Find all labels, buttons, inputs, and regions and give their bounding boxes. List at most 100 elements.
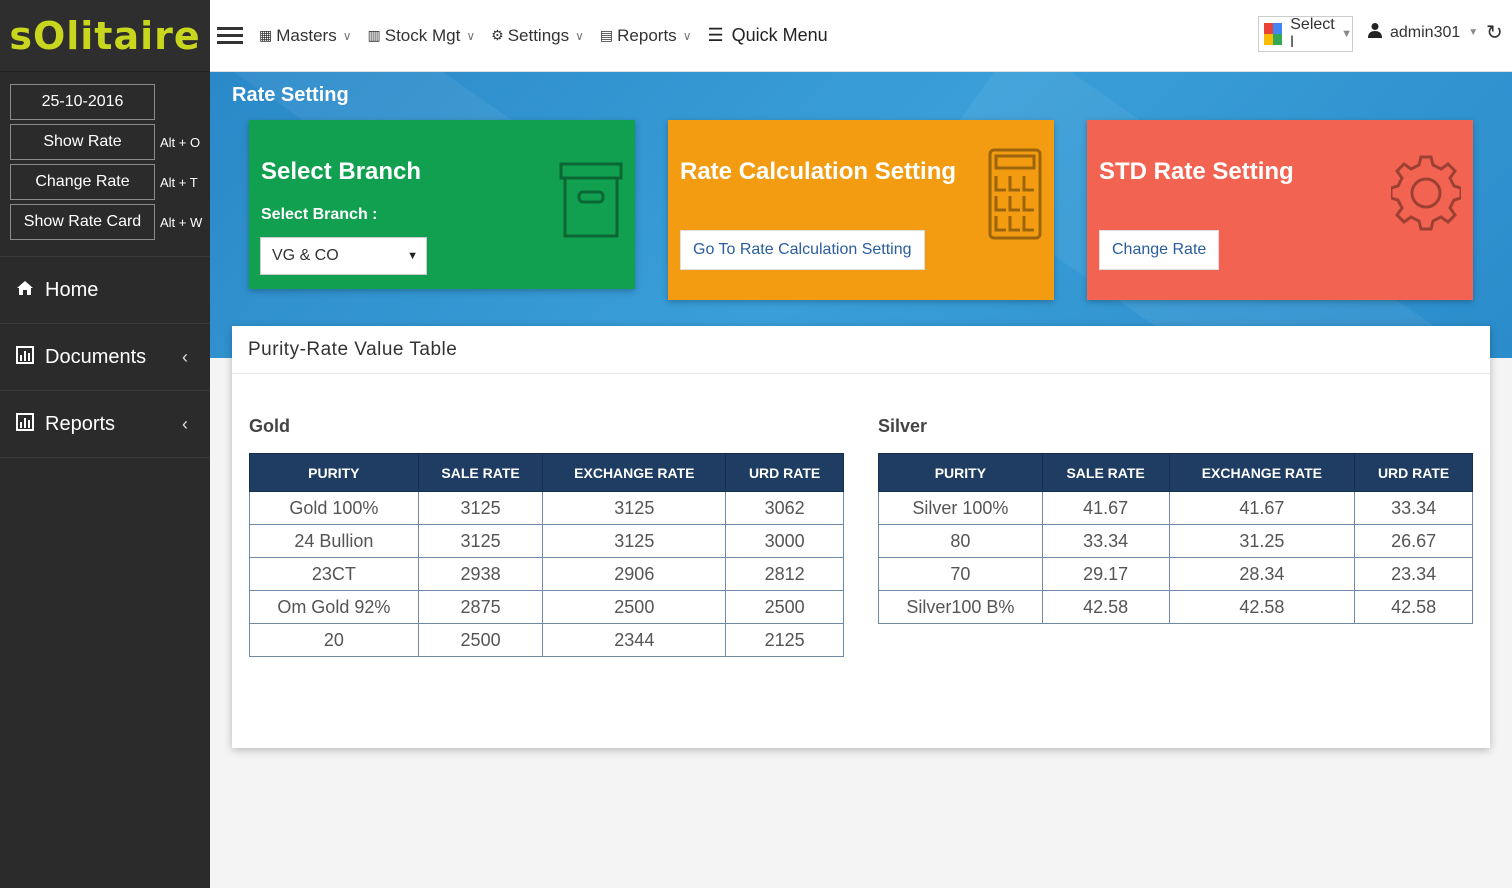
table-cell: 3125 [542,524,727,558]
table-cell: 2500 [725,590,844,624]
table-header-row: PURITY SALE RATE EXCHANGE RATE URD RATE [249,453,844,492]
app-logo[interactable]: sOlitaire [0,0,210,72]
chevron-down-icon: ∨ [575,28,584,43]
sidebar-item-reports[interactable]: Reports ‹ [0,391,210,458]
table-cell: 26.67 [1354,524,1473,558]
column-header: EXCHANGE RATE [542,453,727,492]
gear-icon [1389,148,1463,243]
table-row[interactable]: 23CT 2938 2906 2812 [249,557,844,591]
show-rate-button[interactable]: Show Rate [10,124,155,160]
sidebar-item-label: Reports [45,412,116,435]
go-to-rate-calculation-button[interactable]: Go To Rate Calculation Setting [680,230,925,270]
sidebar: sOlitaire 25-10-2016 Show Rate Alt + O C… [0,0,210,888]
table-row[interactable]: 20 2500 2344 2125 [249,623,844,657]
table-cell: 3125 [542,491,727,525]
table-row[interactable]: Gold 100% 3125 3125 3062 [249,491,844,525]
column-header: SALE RATE [1041,453,1170,492]
table-cell: 2812 [725,557,844,591]
branch-label: Select Branch : [261,206,378,223]
chevron-down-icon: ∨ [466,28,476,43]
translate-select[interactable]: Select l ▼ [1258,16,1353,52]
menu-settings[interactable]: ⚙ Settings ∨ [491,26,584,46]
page-title: Rate Setting [232,84,349,106]
chevron-down-icon: ∨ [682,28,692,43]
table-row[interactable]: Silver100 B% 42.58 42.58 42.58 [878,590,1473,624]
table-cell: 42.58 [1354,590,1473,624]
caret-down-icon: ▼ [1468,27,1479,38]
grid-icon: ▦ [259,27,273,43]
select-branch-card: Select Branch Select Branch : VG & CO ▼ [249,120,635,289]
quick-menu-label: Quick Menu [731,25,828,45]
column-header: URD RATE [725,453,844,492]
caret-down-icon: ▼ [1341,28,1352,40]
sidebar-item-documents[interactable]: Documents ‹ [0,324,210,391]
table-cell: 28.34 [1168,557,1356,591]
rate-setting-banner: Rate Setting Select Branch Select Branch… [210,72,1512,358]
menu-masters[interactable]: ▦ Masters ∨ [259,26,352,46]
chart-icon [16,412,36,436]
change-rate-button[interactable]: Change Rate [1099,230,1220,270]
calculator-icon [988,148,1042,245]
gear-icon: ⚙ [491,27,504,43]
table-cell: 24 Bullion [249,524,419,558]
table-row[interactable]: 80 33.34 31.25 26.67 [878,524,1473,558]
silver-section-title: Silver [878,416,928,436]
table-row[interactable]: 70 29.17 28.34 23.34 [878,557,1473,591]
archive-box-icon [559,162,623,243]
table-row[interactable]: 24 Bullion 3125 3125 3000 [249,524,844,558]
branch-select[interactable]: VG & CO ▼ [260,237,427,275]
table-cell: 42.58 [1168,590,1356,624]
shortcut-label: Alt + W [160,214,203,230]
user-menu[interactable]: admin301 ▼ [1368,22,1478,43]
column-header: SALE RATE [417,453,544,492]
table-row[interactable]: Om Gold 92% 2875 2500 2500 [249,590,844,624]
table-cell: 70 [878,557,1043,591]
show-rate-card-button[interactable]: Show Rate Card [10,204,155,240]
table-cell: 2906 [542,557,727,591]
purity-rate-panel: Purity-Rate Value Table Gold PURITY SALE… [232,326,1490,748]
topbar: ▦ Masters ∨ ▥ Stock Mgt ∨ ⚙ Settings ∨ ▤… [210,0,1512,72]
menu-stock-mgt[interactable]: ▥ Stock Mgt ∨ [368,26,476,46]
chevron-down-icon: ∨ [342,28,352,43]
user-icon [1368,22,1382,43]
menu-label: Masters [276,25,337,45]
date-display[interactable]: 25-10-2016 [10,84,155,120]
quick-menu-button[interactable]: ☰ Quick Menu [707,25,827,46]
chart-icon [16,345,36,369]
menu-label: Settings [507,25,570,45]
table-cell: 41.67 [1041,491,1170,525]
table-cell: 3125 [417,491,544,525]
home-icon [16,280,36,301]
sidebar-item-label: Home [45,278,99,301]
google-icon [1264,23,1283,45]
quick-actions: 25-10-2016 Show Rate Alt + O Change Rate… [0,72,210,240]
table-cell: Om Gold 92% [249,590,419,624]
logo-text: sOlitaire [9,13,201,58]
gold-rate-table: PURITY SALE RATE EXCHANGE RATE URD RATE … [249,453,844,657]
table-cell: 2125 [725,623,844,657]
table-cell: 3125 [417,524,544,558]
sidebar-item-label: Documents [45,345,147,368]
chevron-left-icon: ‹ [182,346,188,367]
change-rate-button[interactable]: Change Rate [10,164,155,200]
silver-rate-table: PURITY SALE RATE EXCHANGE RATE URD RATE … [878,453,1473,624]
menu-label: Stock Mgt [384,25,461,45]
panel-title: Purity-Rate Value Table [232,326,1490,374]
page-background [210,768,1512,888]
sidebar-item-home[interactable]: Home [0,257,210,324]
table-cell: 31.25 [1168,524,1356,558]
table-cell: 33.34 [1041,524,1170,558]
hamburger-menu-icon[interactable] [217,23,243,48]
chevron-left-icon: ‹ [182,413,188,434]
menu-reports[interactable]: ▤ Reports ∨ [600,26,692,46]
column-header: PURITY [878,453,1043,492]
shortcut-label: Alt + T [160,174,198,190]
table-cell: 2875 [417,590,544,624]
table-header-row: PURITY SALE RATE EXCHANGE RATE URD RATE [878,453,1473,492]
branch-select-value: VG & CO [272,247,339,264]
column-header: PURITY [249,453,419,492]
file-icon: ▤ [599,27,614,43]
caret-down-icon: ▼ [407,250,418,262]
refresh-icon[interactable]: ↻ [1486,20,1503,45]
table-row[interactable]: Silver 100% 41.67 41.67 33.34 [878,491,1473,525]
